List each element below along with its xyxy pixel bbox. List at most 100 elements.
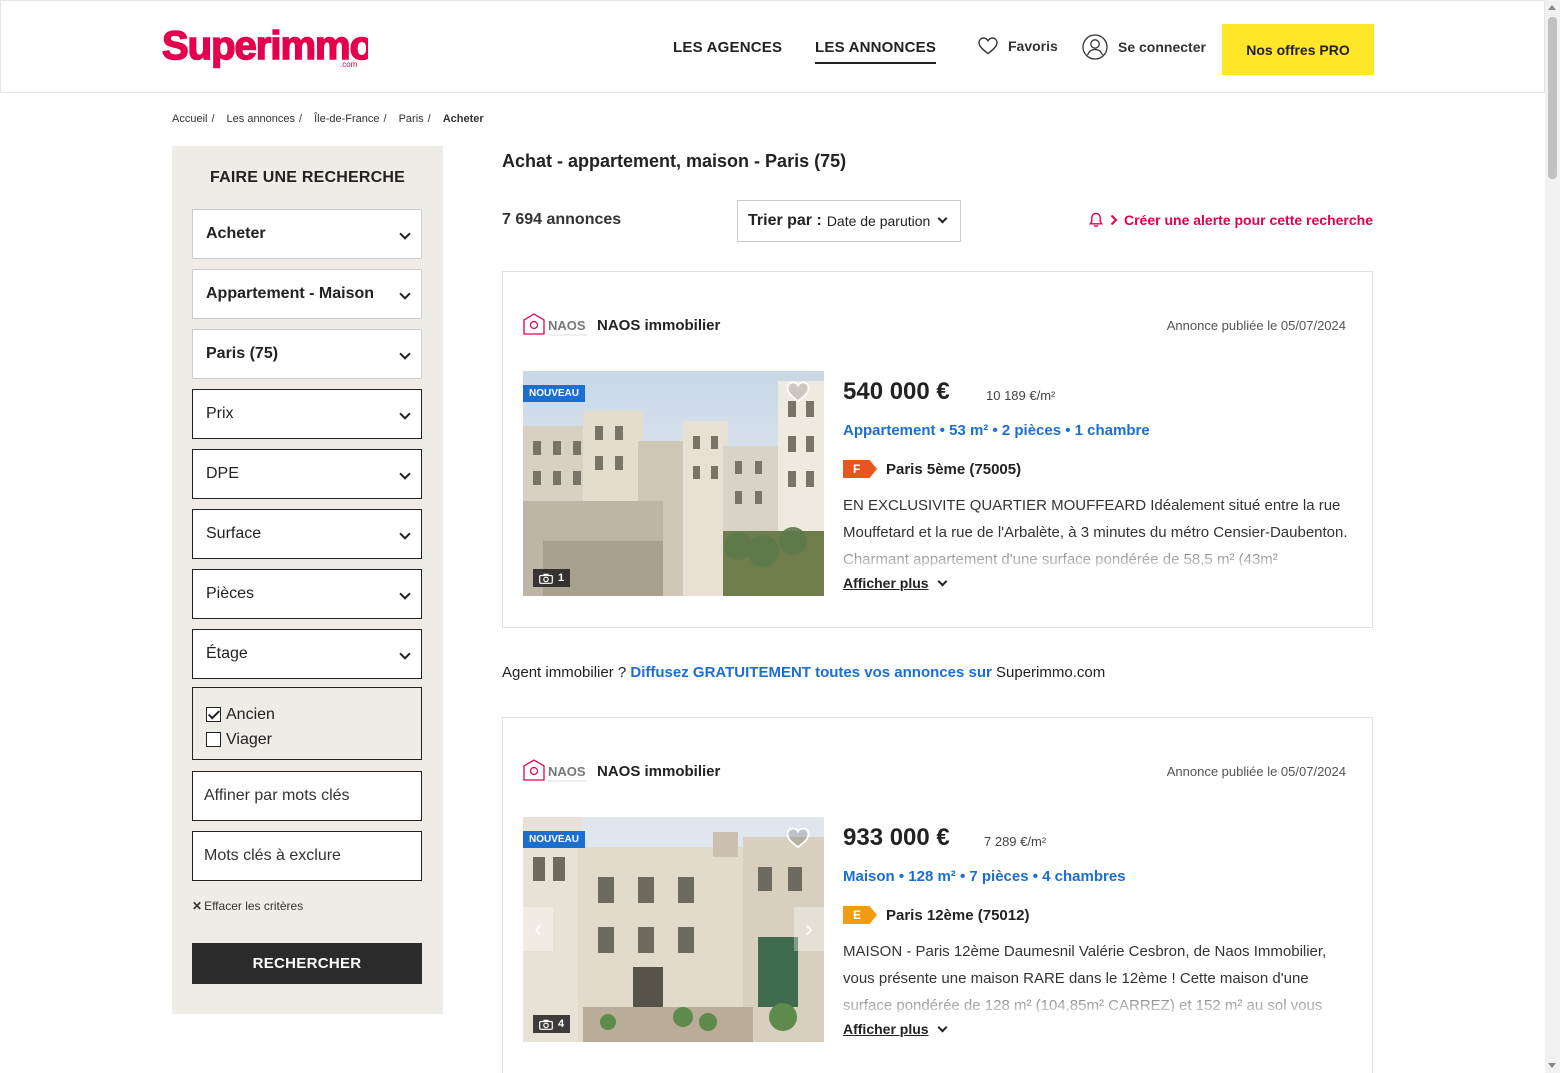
listing-description: MAISON - Paris 12ème Daumesnil Valérie C… [843, 943, 1327, 1012]
new-badge: NOUVEAU [523, 385, 586, 402]
logo-suffix: .com [340, 60, 358, 69]
price-filter[interactable]: Prix [192, 389, 422, 439]
chevron-right-icon [1110, 214, 1118, 226]
photo-count-value: 1 [558, 572, 565, 584]
favorites-link[interactable]: Favoris [978, 37, 1058, 55]
clear-criteria-link[interactable]: ✕ Effacer les critères [192, 899, 303, 913]
heart-icon [978, 37, 998, 55]
show-more-link[interactable]: Afficher plus [843, 575, 948, 591]
sidebar-title: FAIRE UNE RECHERCHE [210, 169, 405, 186]
agent-promo: Agent immobilier ? Diffusez GRATUITEMENT… [502, 664, 1105, 681]
user-icon [1082, 34, 1108, 60]
publication-date: Annonce publiée le 05/07/2024 [1166, 318, 1346, 333]
login-link[interactable]: Se connecter [1082, 34, 1206, 60]
listing-photo[interactable]: NOUVEAU ‹ › 4 [523, 817, 824, 1042]
scroll-thumb[interactable] [1548, 17, 1557, 179]
show-more-label: Afficher plus [843, 575, 929, 591]
superimmo-logo[interactable]: Superimmo .com [160, 21, 375, 69]
checkbox-viager[interactable]: Viager [206, 727, 408, 752]
chevron-down-icon [937, 213, 948, 224]
chevron-down-icon [399, 228, 411, 240]
location-select[interactable]: Paris (75) [192, 329, 422, 379]
dpe-badge: E [843, 906, 877, 924]
agency-info[interactable]: NAOS NAOS immobilier [523, 758, 720, 784]
publication-date: Annonce publiée le 05/07/2024 [1166, 764, 1346, 779]
agency-logo-text: NAOS [548, 764, 586, 779]
camera-icon [539, 573, 553, 584]
breadcrumb-separator: / [383, 113, 387, 125]
breadcrumb-separator: / [427, 113, 431, 125]
show-more-label: Afficher plus [843, 1021, 929, 1037]
listing-card[interactable]: NAOS NAOS immobilier Annonce publiée le … [502, 717, 1373, 1073]
breadcrumb-listings[interactable]: Les annonces [227, 113, 296, 125]
heart-icon[interactable] [786, 827, 810, 849]
sort-select[interactable]: Trier par : Date de parution [737, 200, 961, 242]
listing-price: 540 000 € [843, 378, 950, 405]
page-scrollbar[interactable] [1545, 0, 1560, 1073]
favorites-label: Favoris [1008, 38, 1058, 54]
surface-filter[interactable]: Surface [192, 509, 422, 559]
pro-offers-button[interactable]: Nos offres PRO [1222, 24, 1374, 75]
promo-prefix: Agent immobilier ? [502, 664, 627, 681]
nav-listings[interactable]: LES ANNONCES [815, 39, 937, 64]
logo-wordmark: Superimmo [162, 24, 368, 68]
property-type-select[interactable]: Appartement - Maison [192, 269, 422, 319]
checkbox-label: Viager [226, 730, 272, 748]
exclude-keywords-input[interactable] [192, 831, 422, 881]
chevron-down-icon [399, 408, 411, 420]
camera-icon [539, 1019, 553, 1030]
chevron-right-icon[interactable]: › [794, 907, 824, 951]
chevron-down-icon [399, 588, 411, 600]
breadcrumb-current: Acheter [442, 113, 484, 125]
rooms-filter-label: Pièces [206, 585, 255, 602]
site-header: Superimmo .com LES AGENCES LES ANNONCES … [0, 0, 1545, 93]
agency-name: NAOS immobilier [597, 762, 721, 780]
close-icon: ✕ [192, 899, 203, 913]
listing-card[interactable]: NAOS NAOS immobilier Annonce publiée le … [502, 271, 1373, 628]
rooms-filter[interactable]: Pièces [192, 569, 422, 619]
listing-features[interactable]: Appartement • 53 m² • 2 pièces • 1 chamb… [843, 422, 1150, 439]
scroll-down-arrow-icon[interactable] [1548, 1063, 1556, 1068]
chevron-left-icon[interactable]: ‹ [523, 907, 553, 951]
checkbox-unchecked[interactable] [206, 732, 221, 747]
checkbox-ancien[interactable]: Ancien [206, 702, 408, 727]
promo-suffix: Superimmo.com [996, 664, 1106, 681]
clear-criteria-label: Effacer les critères [204, 899, 304, 913]
listing-features[interactable]: Maison • 128 m² • 7 pièces • 4 chambres [843, 868, 1126, 885]
chevron-down-icon [937, 1022, 948, 1032]
show-more-link[interactable]: Afficher plus [843, 1021, 948, 1037]
price-per-m2: 10 189 €/m² [986, 388, 1056, 403]
breadcrumb-region[interactable]: Île-de-France [314, 113, 379, 125]
surface-filter-label: Surface [206, 525, 262, 542]
agency-logo: NAOS [523, 313, 587, 336]
create-alert-link[interactable]: Créer une alerte pour cette recherche [1088, 212, 1373, 228]
scroll-up-arrow-icon[interactable] [1548, 5, 1556, 10]
nav-agencies[interactable]: LES AGENCES [673, 39, 782, 56]
checkbox-label: Ancien [226, 705, 275, 723]
floor-filter[interactable]: Étage [192, 629, 422, 679]
keywords-input[interactable] [192, 771, 422, 821]
house-photo [523, 817, 824, 1042]
login-label: Se connecter [1118, 39, 1206, 55]
page-title: Achat - appartement, maison - Paris (75) [502, 151, 847, 171]
breadcrumb: Accueil / Les annonces / Île-de-France / Pa… [172, 113, 484, 125]
chevron-down-icon [399, 648, 411, 660]
checkbox-checked[interactable] [206, 707, 221, 722]
search-button[interactable]: RECHERCHER [192, 943, 422, 984]
breadcrumb-city[interactable]: Paris [399, 113, 424, 125]
breadcrumb-home[interactable]: Accueil [172, 113, 207, 125]
building-photo [523, 371, 824, 596]
dpe-filter[interactable]: DPE [192, 449, 422, 499]
bell-icon [1089, 212, 1103, 227]
listing-location: Paris 5ème (75005) [886, 461, 1022, 478]
photo-count: 1 [533, 569, 571, 587]
sort-value: Date de parution [826, 213, 931, 229]
promo-link[interactable]: Diffusez GRATUITEMENT toutes vos annonce… [630, 664, 991, 681]
price-filter-label: Prix [206, 405, 234, 422]
heart-icon[interactable] [786, 381, 810, 403]
transaction-select[interactable]: Acheter [192, 209, 422, 259]
agency-info[interactable]: NAOS NAOS immobilier [523, 312, 720, 338]
listing-photo[interactable]: NOUVEAU 1 [523, 371, 824, 596]
floor-filter-label: Étage [206, 645, 248, 662]
dpe-badge: F [843, 460, 877, 478]
